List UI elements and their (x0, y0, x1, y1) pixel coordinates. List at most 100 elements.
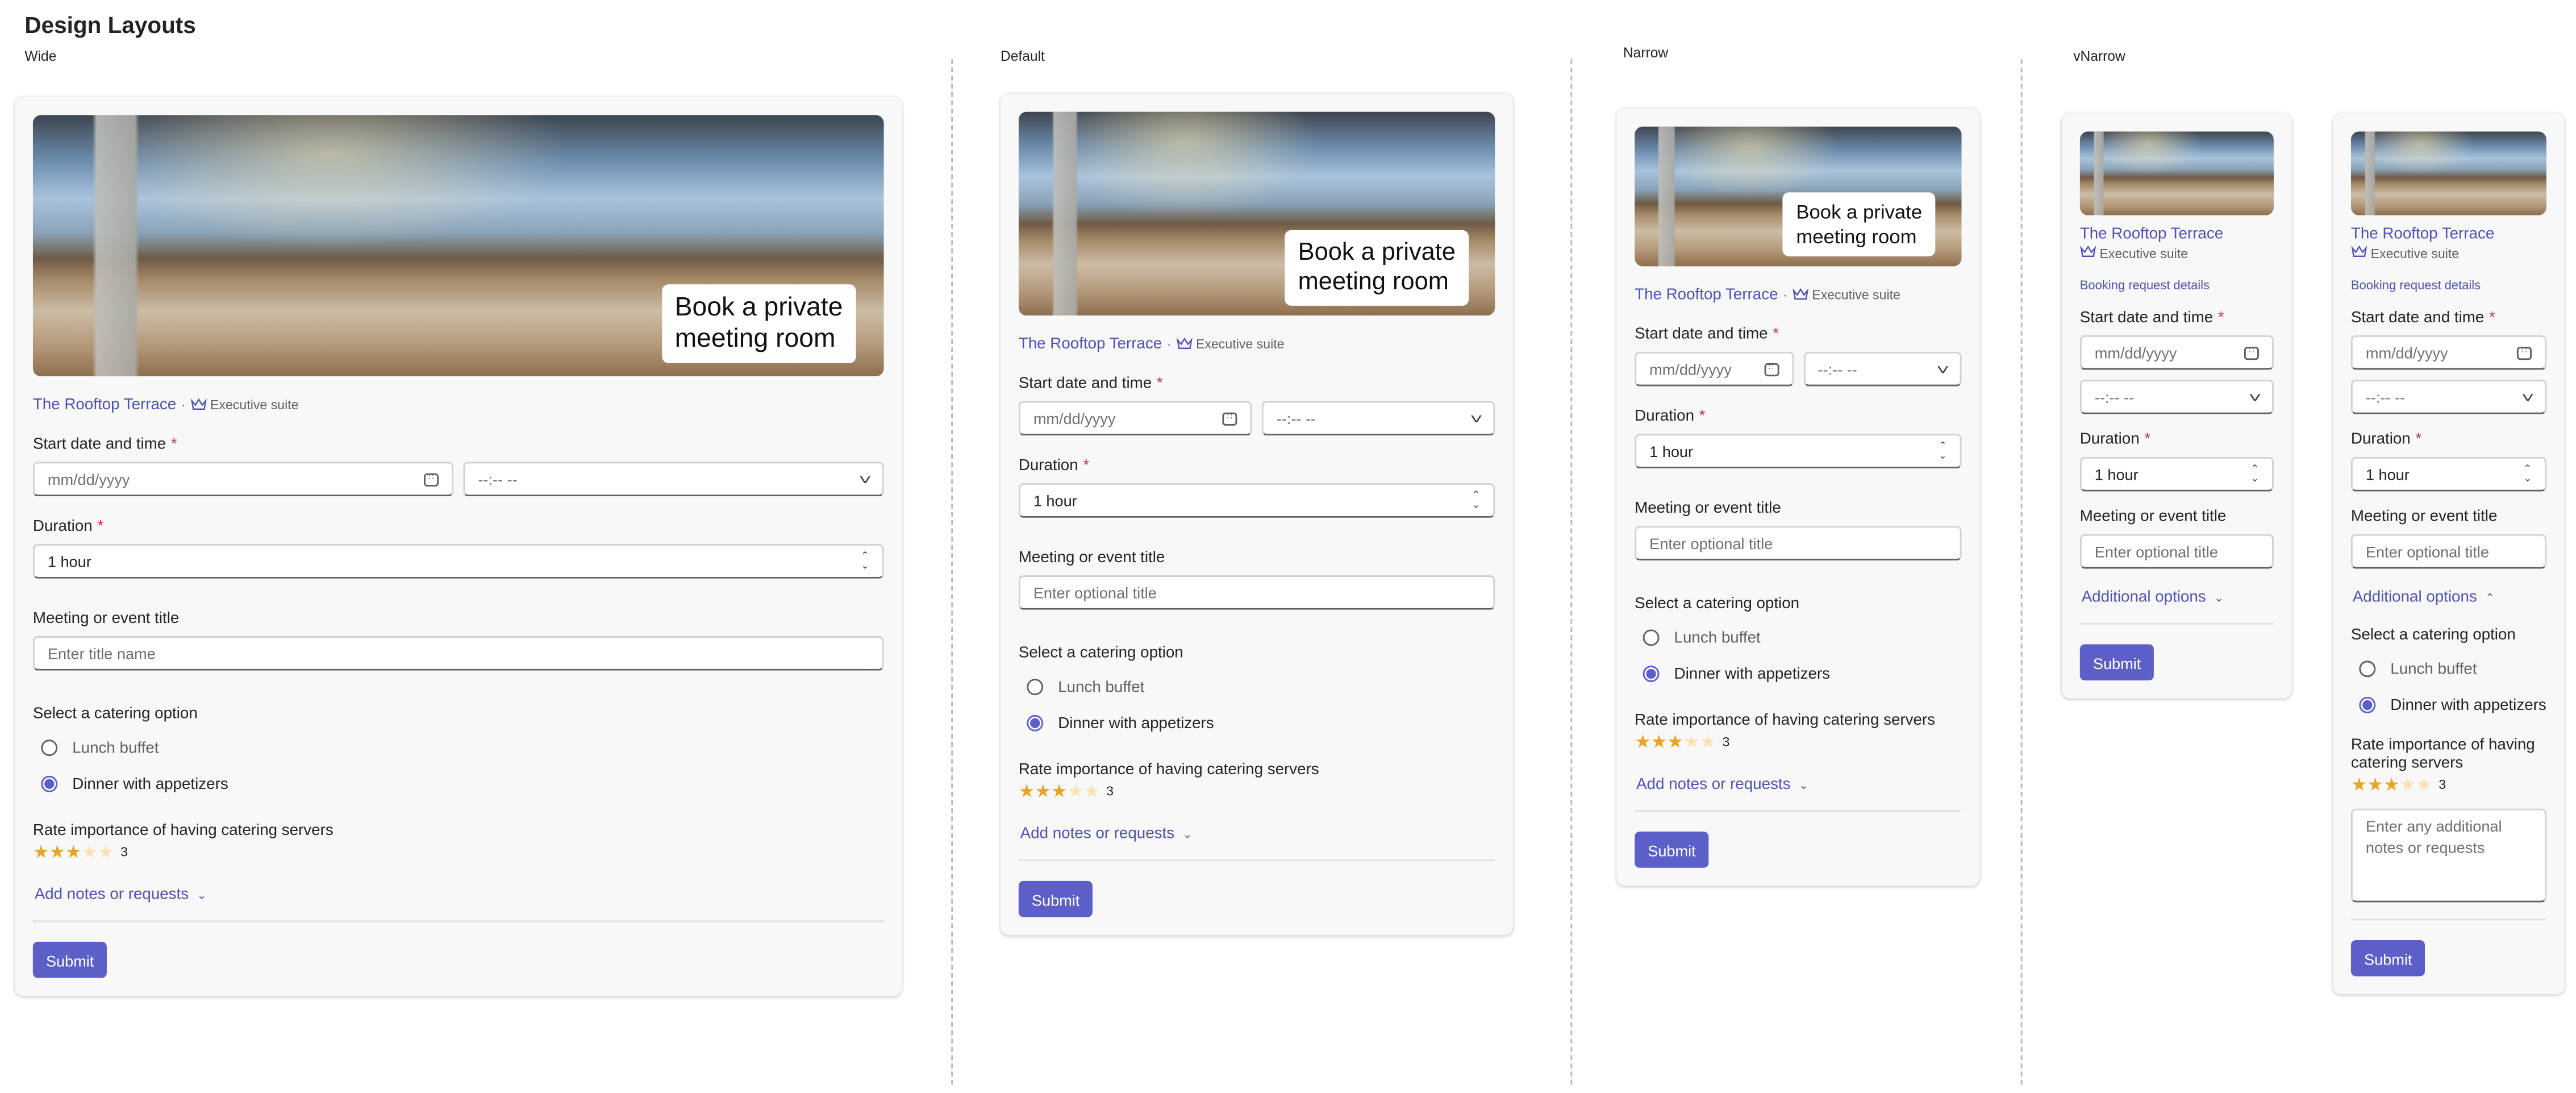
duration-stepper[interactable]: 1 hour ⌃ ⌄ (2079, 456, 2274, 492)
star-icon[interactable]: ★ (1051, 782, 1068, 802)
spin-buttons[interactable]: ⌃ ⌄ (861, 551, 869, 571)
star-icon[interactable]: ★ (2351, 776, 2367, 796)
duration-stepper[interactable]: 1 hour ⌃ ⌄ (32, 544, 884, 579)
date-input[interactable]: mm/dd/yyyy ∷ (32, 462, 454, 497)
radio-option[interactable]: Lunch buffet (1019, 669, 1495, 705)
radio-option[interactable]: Dinner with appetizers (1635, 656, 1961, 692)
spin-buttons[interactable]: ⌃ ⌄ (1472, 491, 1481, 510)
radio-button[interactable] (41, 739, 58, 757)
star-icon[interactable]: ★ (1683, 733, 1700, 753)
radio-option[interactable]: Dinner with appetizers (33, 766, 884, 802)
star-icon[interactable]: ★ (49, 843, 65, 863)
title-input[interactable]: Enter optional title (1635, 526, 1962, 561)
suite-label: Executive suite (1812, 288, 1900, 303)
date-input[interactable]: mm/dd/yyyy ∷ (1018, 401, 1252, 436)
date-input[interactable]: mm/dd/yyyy ∷ (1635, 351, 1794, 387)
add-notes-toggle[interactable]: Add notes or requests ⌄ (1635, 776, 1961, 794)
radio-option[interactable]: Lunch buffet (1635, 620, 1961, 656)
calendar-icon[interactable]: ∷ (2244, 346, 2259, 359)
radio-button[interactable] (1027, 679, 1044, 696)
star-icon[interactable]: ★ (2400, 776, 2416, 796)
calendar-icon[interactable]: ∷ (1764, 362, 1779, 376)
duration-label-text: Duration (2079, 430, 2140, 449)
radio-button[interactable] (41, 775, 58, 792)
star-rating[interactable]: ★ ★ ★ ★ ★ 3 (2351, 776, 2546, 796)
radio-option[interactable]: Lunch buffet (2351, 651, 2546, 687)
star-rating[interactable]: ★ ★ ★ ★ ★ 3 (1019, 782, 1495, 802)
star-icon[interactable]: ★ (1019, 782, 1035, 802)
star-icon[interactable]: ★ (65, 843, 82, 863)
additional-options-toggle[interactable]: Additional options ⌄ (2080, 588, 2274, 606)
radio-button[interactable] (1643, 666, 1660, 683)
submit-button[interactable]: Submit (1018, 880, 1093, 917)
date-input[interactable]: mm/dd/yyyy ∷ (2350, 335, 2546, 370)
time-select[interactable]: --:-- -- ˅ (2350, 379, 2546, 414)
calendar-icon[interactable]: ∷ (424, 472, 439, 486)
star-icon[interactable]: ★ (1667, 733, 1683, 753)
venue-link[interactable]: The Rooftop Terrace (2351, 225, 2494, 243)
radio-button[interactable] (1027, 714, 1044, 732)
time-select[interactable]: --:-- -- ˅ (2079, 379, 2274, 414)
submit-button[interactable]: Submit (1635, 832, 1709, 868)
star-icon[interactable]: ★ (98, 843, 114, 863)
star-icon[interactable]: ★ (1699, 733, 1716, 753)
title-input[interactable]: Enter optional title (2350, 534, 2546, 569)
submit-button[interactable]: Submit (32, 941, 107, 978)
star-icon[interactable]: ★ (33, 843, 49, 863)
chevron-up-icon[interactable]: ⌃ (861, 551, 869, 561)
title-input[interactable]: Enter title name (32, 636, 884, 671)
submit-button[interactable]: Submit (2350, 940, 2425, 976)
star-icon[interactable]: ★ (2416, 776, 2432, 796)
calendar-icon[interactable]: ∷ (2516, 346, 2532, 359)
venue-link[interactable]: The Rooftop Terrace (1635, 286, 1778, 304)
venue-link[interactable]: The Rooftop Terrace (1019, 335, 1162, 354)
radio-button[interactable] (2359, 697, 2376, 713)
star-rating[interactable]: ★ ★ ★ ★ ★ 3 (1635, 733, 1961, 753)
chevron-up-icon[interactable]: ⌃ (1939, 441, 1947, 451)
calendar-icon[interactable]: ∷ (1222, 412, 1237, 425)
radio-button[interactable] (1643, 629, 1660, 646)
duration-stepper[interactable]: 1 hour ⌃ ⌄ (1635, 434, 1962, 469)
spin-buttons[interactable]: ⌃ ⌄ (1939, 441, 1947, 461)
star-icon[interactable]: ★ (81, 843, 98, 863)
time-select[interactable]: --:-- -- ˅ (1803, 351, 1962, 387)
duration-stepper[interactable]: 1 hour ⌃ ⌄ (1018, 483, 1495, 518)
submit-button[interactable]: Submit (2079, 644, 2154, 681)
star-icon[interactable]: ★ (1651, 733, 1668, 753)
booking-card-default: Book a private meeting room The Rooftop Te… (1000, 93, 1514, 936)
chevron-up-icon[interactable]: ⌃ (1472, 491, 1481, 500)
star-icon[interactable]: ★ (1067, 782, 1083, 802)
star-icon[interactable]: ★ (2383, 776, 2400, 796)
chevron-up-icon[interactable]: ⌃ (2523, 464, 2532, 474)
radio-option[interactable]: Dinner with appetizers (1019, 705, 1495, 741)
chevron-down-icon[interactable]: ⌄ (861, 561, 869, 571)
notes-textarea[interactable]: Enter any additional notes or requests (2350, 808, 2546, 903)
radio-option[interactable]: Dinner with appetizers (2351, 687, 2546, 724)
chevron-down-icon[interactable]: ⌄ (1939, 451, 1947, 461)
time-select[interactable]: --:-- -- ˅ (463, 462, 884, 497)
chevron-down-icon[interactable]: ⌄ (2523, 474, 2532, 484)
time-select[interactable]: --:-- -- ˅ (1261, 401, 1495, 436)
date-input[interactable]: mm/dd/yyyy ∷ (2079, 335, 2274, 370)
title-input[interactable]: Enter optional title (2079, 534, 2274, 569)
required-mark: * (170, 435, 177, 454)
spin-buttons[interactable]: ⌃ ⌄ (2523, 464, 2532, 484)
spin-buttons[interactable]: ⌃ ⌄ (2250, 464, 2259, 484)
additional-options-toggle[interactable]: Additional options ⌃ (2351, 588, 2546, 606)
radio-button[interactable] (2359, 660, 2376, 678)
star-icon[interactable]: ★ (2367, 776, 2383, 796)
chevron-down-icon[interactable]: ⌄ (1472, 500, 1481, 510)
star-rating[interactable]: ★ ★ ★ ★ ★ 3 (33, 843, 884, 863)
radio-option[interactable]: Lunch buffet (33, 730, 884, 766)
chevron-up-icon[interactable]: ⌃ (2250, 464, 2259, 474)
duration-stepper[interactable]: 1 hour ⌃ ⌄ (2350, 456, 2546, 492)
add-notes-toggle[interactable]: Add notes or requests ⌄ (33, 886, 884, 904)
star-icon[interactable]: ★ (1635, 733, 1651, 753)
chevron-down-icon[interactable]: ⌄ (2250, 474, 2259, 484)
venue-link[interactable]: The Rooftop Terrace (33, 396, 176, 414)
venue-link[interactable]: The Rooftop Terrace (2080, 225, 2223, 243)
star-icon[interactable]: ★ (1035, 782, 1051, 802)
add-notes-toggle[interactable]: Add notes or requests ⌄ (1019, 825, 1495, 843)
title-input[interactable]: Enter optional title (1018, 575, 1495, 610)
star-icon[interactable]: ★ (1083, 782, 1100, 802)
